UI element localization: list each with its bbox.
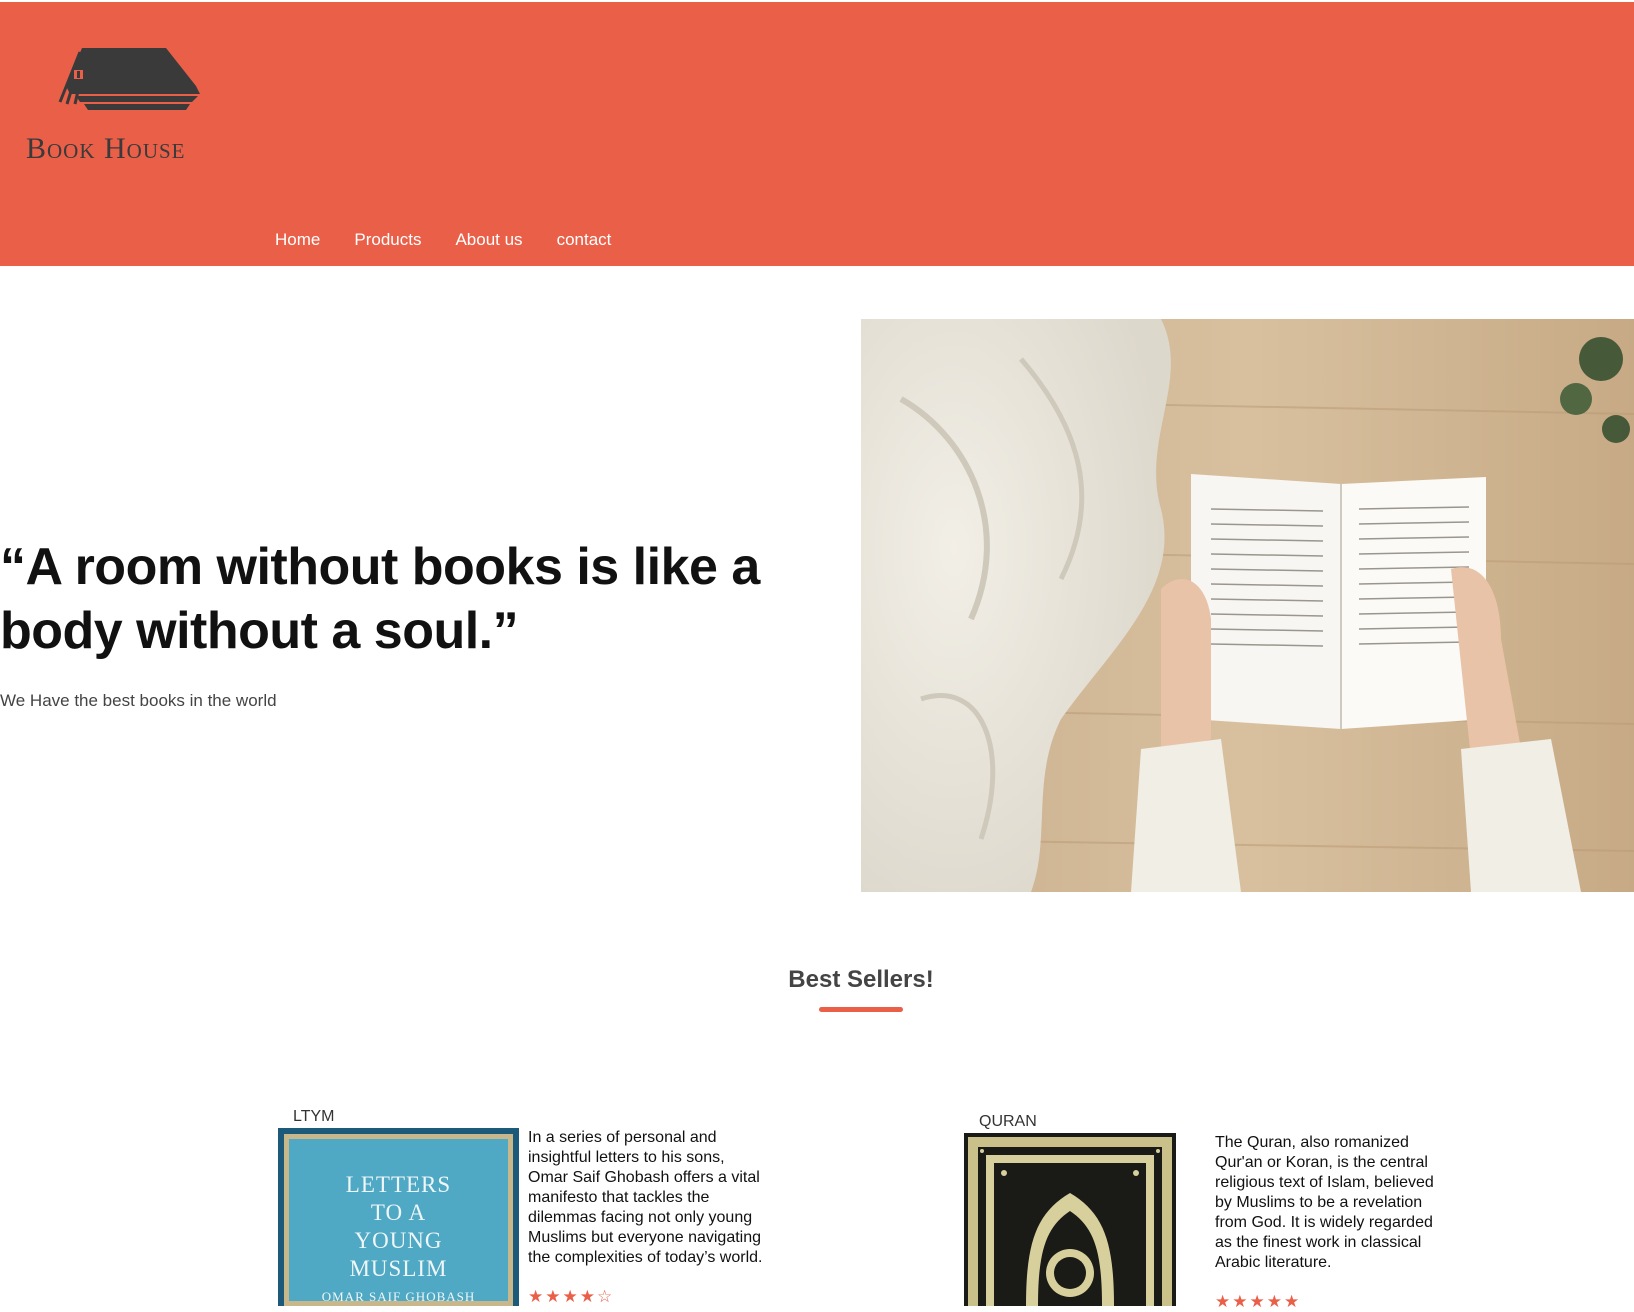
hero-image [861,319,1634,892]
open-book-photo-icon [861,319,1634,892]
title-underline [819,1007,903,1012]
cover-frame: LETTERS TO A YOUNG MUSLIM OMAR SAIF GHOB… [284,1134,513,1306]
hero-tagline: We Have the best books in the world [0,691,277,710]
brand-logo[interactable]: Book House [26,40,246,180]
product-label: QURAN [979,1113,1037,1130]
hero-quote: “A room without books is like a body wit… [0,538,760,660]
bestsellers-title: Best Sellers! [788,966,934,993]
product-description-quran: The Quran, also romanized Qur'an or Kora… [1215,1134,1434,1271]
product-card-quran[interactable]: QURAN [979,1113,1037,1131]
main-nav: Home Products About us contact [275,230,645,250]
product-cover-ltym[interactable]: LETTERS TO A YOUNG MUSLIM OMAR SAIF GHOB… [278,1128,519,1306]
product-label: LTYM [293,1108,335,1125]
nav-contact-link[interactable]: contact [557,230,612,250]
product-description-ltym: In a series of personal and insightful l… [528,1129,763,1266]
brand-name: Book House [26,132,186,165]
nav-products-link[interactable]: Products [354,230,421,250]
cover-author: OMAR SAIF GHOBASH [321,1289,476,1304]
product-cover-quran[interactable] [964,1133,1176,1306]
product-rating-ltym: ★★★★☆ [528,1287,615,1306]
nav-about-link[interactable]: About us [455,230,522,250]
ornate-cover-icon [968,1137,1172,1306]
product-card-ltym[interactable]: LTYM [293,1108,334,1126]
hero-section: “A room without books is like a body wit… [0,535,870,711]
site-header: Book House Home Products About us contac… [0,0,1634,266]
nav-home-link[interactable]: Home [275,230,320,250]
product-rating-quran: ★★★★★ [1215,1292,1302,1311]
house-books-icon [58,48,200,110]
cover-title: LETTERS TO A YOUNG MUSLIM [345,1172,452,1281]
